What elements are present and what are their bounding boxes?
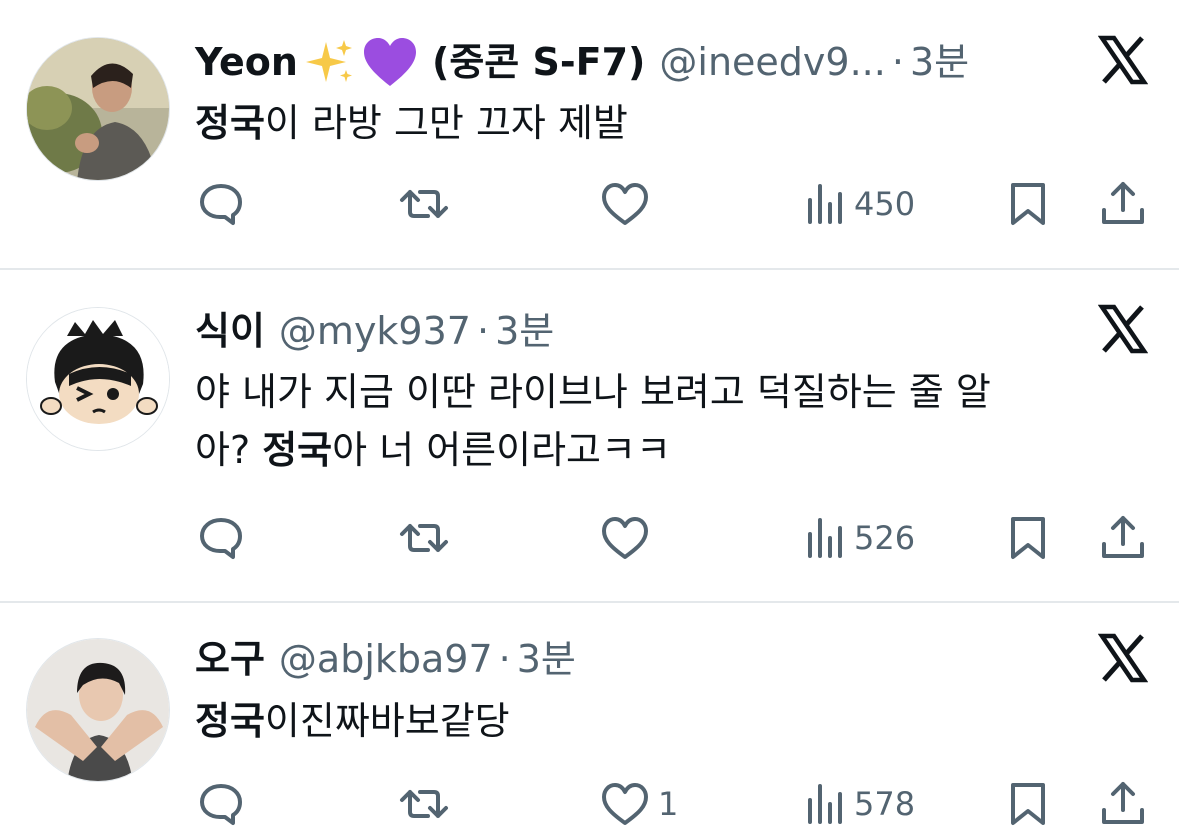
display-name[interactable]: Yeon bbox=[195, 32, 298, 92]
share-icon bbox=[1102, 516, 1144, 558]
bookmark-icon bbox=[1011, 517, 1045, 559]
tweet[interactable]: 식이 @myk937 · 3분 야 내가 지금 이딴 라이브나 보려고 덕질하는… bbox=[0, 269, 1179, 602]
tweet-text-rest: 이진짜바보같당 bbox=[264, 699, 510, 743]
user-handle[interactable]: @ineedv9... bbox=[659, 32, 885, 92]
display-name-suffix[interactable]: (중콘 S-F7) bbox=[432, 32, 645, 92]
highlight-keyword: 정국 bbox=[195, 101, 265, 145]
display-name[interactable]: 오구 bbox=[195, 629, 265, 689]
avatar[interactable] bbox=[26, 638, 170, 782]
bookmark-button[interactable] bbox=[1008, 508, 1048, 568]
highlight-keyword: 정국 bbox=[262, 428, 333, 472]
tweet[interactable]: 오구 @abjkba97 · 3분 정국이진짜바보같당 1 578 bbox=[0, 602, 1179, 836]
tweet-text: 야 내가 지금 이딴 라이브나 보려고 덕질하는 줄 알 아? 정국아 너 어른… bbox=[195, 363, 1135, 479]
bookmark-button[interactable] bbox=[1008, 774, 1048, 834]
view-count: 450 bbox=[854, 185, 916, 223]
tweet[interactable]: Yeon (중콘 S-F7) @ineedv9... · 3분 정국이 라방 그… bbox=[0, 0, 1179, 269]
separator: · bbox=[498, 637, 511, 681]
tweet-text-line: 야 내가 지금 이딴 라이브나 보려고 덕질하는 줄 알 bbox=[195, 370, 991, 414]
reply-button[interactable] bbox=[197, 174, 245, 234]
bookmark-icon bbox=[1011, 783, 1045, 825]
reply-icon bbox=[200, 184, 242, 225]
share-button[interactable] bbox=[1100, 508, 1146, 568]
retweet-button[interactable] bbox=[398, 174, 450, 234]
tweet-text-rest: 아 너 어른이라고ㅋㅋ bbox=[332, 428, 671, 472]
timestamp[interactable]: 3분 bbox=[517, 629, 576, 689]
x-logo-icon[interactable] bbox=[1098, 633, 1148, 683]
retweet-icon bbox=[400, 190, 448, 218]
share-icon bbox=[1102, 782, 1144, 824]
reply-button[interactable] bbox=[197, 774, 245, 834]
separator: · bbox=[891, 40, 904, 84]
bookmark-icon bbox=[1011, 183, 1045, 225]
share-button[interactable] bbox=[1100, 774, 1146, 834]
like-button[interactable] bbox=[600, 174, 658, 234]
action-bar: 526 bbox=[0, 508, 1179, 568]
separator: · bbox=[476, 309, 490, 353]
timestamp[interactable]: 3분 bbox=[910, 32, 969, 92]
tweet-text: 정국이진짜바보같당 bbox=[195, 692, 1135, 750]
action-bar: 450 bbox=[0, 174, 1179, 234]
retweet-icon bbox=[400, 524, 448, 552]
views-button[interactable]: 526 bbox=[806, 508, 915, 568]
heart-icon bbox=[602, 517, 648, 559]
display-name[interactable]: 식이 bbox=[195, 301, 265, 361]
view-count: 578 bbox=[854, 785, 916, 823]
reply-button[interactable] bbox=[197, 508, 245, 568]
avatar[interactable] bbox=[26, 37, 170, 181]
bookmark-button[interactable] bbox=[1008, 174, 1048, 234]
tweet-header: 식이 @myk937 · 3분 bbox=[195, 301, 554, 361]
tweet-header: Yeon (중콘 S-F7) @ineedv9... · 3분 bbox=[195, 32, 969, 92]
retweet-button[interactable] bbox=[398, 774, 450, 834]
tweet-text: 정국이 라방 그만 끄자 제발 bbox=[195, 94, 1135, 152]
sparkles-icon bbox=[304, 36, 356, 88]
tweet-text-prefix: 아? bbox=[195, 428, 263, 472]
views-icon bbox=[808, 784, 842, 824]
view-count: 526 bbox=[854, 519, 916, 557]
x-logo-icon[interactable] bbox=[1098, 35, 1148, 85]
reply-icon bbox=[200, 518, 242, 559]
timestamp[interactable]: 3분 bbox=[495, 301, 554, 361]
action-bar: 1 578 bbox=[0, 774, 1179, 834]
tweet-feed: Yeon (중콘 S-F7) @ineedv9... · 3분 정국이 라방 그… bbox=[0, 0, 1179, 836]
views-button[interactable]: 578 bbox=[806, 774, 915, 834]
share-button[interactable] bbox=[1100, 174, 1146, 234]
like-button[interactable] bbox=[600, 508, 658, 568]
retweet-button[interactable] bbox=[398, 508, 450, 568]
tweet-header: 오구 @abjkba97 · 3분 bbox=[195, 629, 576, 689]
retweet-icon bbox=[400, 790, 448, 818]
like-count: 1 bbox=[658, 785, 679, 823]
views-button[interactable]: 450 bbox=[806, 174, 915, 234]
tweet-text-rest: 이 라방 그만 끄자 제발 bbox=[264, 101, 628, 145]
views-icon bbox=[808, 518, 842, 558]
heart-icon bbox=[602, 783, 648, 825]
purple-heart-icon bbox=[362, 36, 418, 88]
user-handle[interactable]: @myk937 bbox=[279, 301, 471, 361]
views-icon bbox=[808, 184, 842, 224]
heart-icon bbox=[602, 183, 648, 225]
reply-icon bbox=[200, 784, 242, 825]
user-handle[interactable]: @abjkba97 bbox=[279, 629, 493, 689]
highlight-keyword: 정국 bbox=[195, 699, 265, 743]
like-button[interactable]: 1 bbox=[600, 774, 678, 834]
share-icon bbox=[1102, 182, 1144, 224]
tweet-text-line: 아? 정국아 너 어른이라고ㅋㅋ bbox=[195, 421, 1135, 479]
x-logo-icon[interactable] bbox=[1098, 304, 1148, 354]
avatar[interactable] bbox=[26, 307, 170, 451]
